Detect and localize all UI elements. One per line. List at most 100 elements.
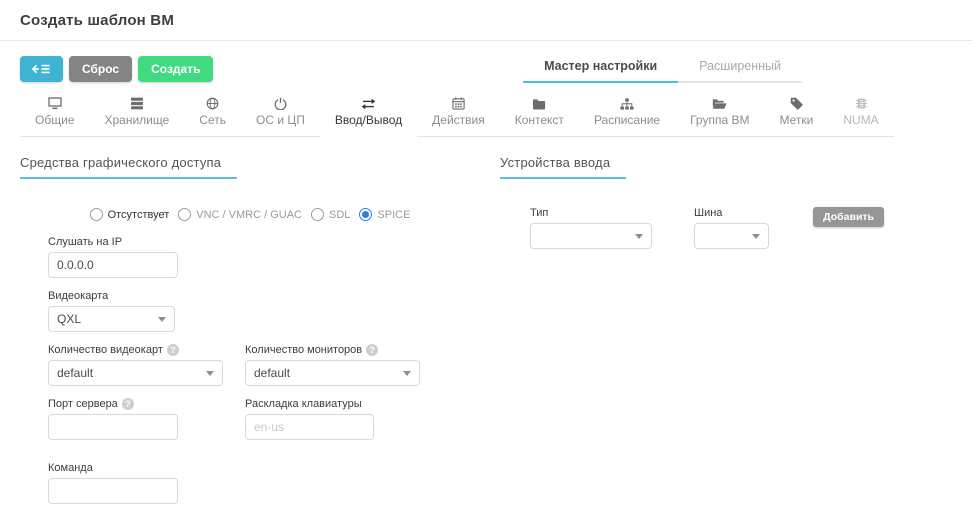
tab-numa[interactable]: NUMA xyxy=(828,96,893,137)
server-port-label-text: Порт сервера xyxy=(48,398,118,410)
command-label: Команда xyxy=(48,462,480,474)
toolbar-buttons: Сброс Создать xyxy=(20,56,213,82)
tab-storage[interactable]: Хранилище xyxy=(89,96,184,137)
graphics-type-radio-group: Отсутствует VNC / VMRC / GUAC SDL SPICE xyxy=(20,208,480,221)
radio-sdl[interactable]: SDL xyxy=(311,208,350,221)
back-to-list-button[interactable] xyxy=(20,56,63,82)
tab-schedule[interactable]: Расписание xyxy=(579,96,675,137)
input-devices-row: Тип Шина Добавить xyxy=(500,207,952,261)
folder-open-icon xyxy=(712,96,727,110)
graphics-fields: Слушать на IP Видеокарта QXL Количество … xyxy=(48,236,480,504)
help-icon[interactable] xyxy=(167,344,179,356)
create-vm-template-page: Создать шаблон ВМ Сброс С xyxy=(0,0,972,516)
help-icon[interactable] xyxy=(122,398,134,410)
network-globe-icon xyxy=(206,96,219,110)
storage-icon xyxy=(130,96,144,110)
radio-spice[interactable]: SPICE xyxy=(359,208,410,221)
radio-circle xyxy=(178,208,191,221)
radio-circle-selected xyxy=(359,208,372,221)
sitemap-icon xyxy=(620,96,634,110)
monitor-count-group: Количество мониторов default xyxy=(245,344,420,386)
tab-label: Действия xyxy=(432,113,485,127)
video-card-select[interactable]: QXL xyxy=(48,306,175,332)
command-input[interactable] xyxy=(48,478,178,504)
add-device-button[interactable]: Добавить xyxy=(813,207,884,227)
arrow-left-list-icon xyxy=(32,62,51,76)
page-header: Создать шаблон ВМ xyxy=(0,0,972,41)
radio-circle xyxy=(90,208,103,221)
tab-os-cpu[interactable]: ОС и ЦП xyxy=(241,96,320,137)
tab-wizard[interactable]: Мастер настройки xyxy=(523,56,678,83)
tab-advanced[interactable]: Расширенный xyxy=(678,56,802,83)
microchip-icon xyxy=(855,96,868,110)
server-port-input[interactable] xyxy=(48,414,178,440)
chevron-down-icon xyxy=(206,371,214,376)
tab-label: ОС и ЦП xyxy=(256,113,305,127)
device-type-label: Тип xyxy=(530,207,652,219)
tab-vm-group[interactable]: Группа ВМ xyxy=(675,96,764,137)
tab-general[interactable]: Общие xyxy=(20,96,89,137)
command-group: Команда xyxy=(48,462,480,504)
graphics-section-title: Средства графического доступа xyxy=(20,155,237,179)
radio-label: SPICE xyxy=(377,209,410,221)
radio-none[interactable]: Отсутствует xyxy=(90,208,170,221)
monitor-count-label-text: Количество мониторов xyxy=(245,344,362,356)
video-count-group: Количество видеокарт default xyxy=(48,344,245,386)
chevron-down-icon xyxy=(403,371,411,376)
video-card-group: Видеокарта QXL xyxy=(48,290,480,332)
toolbar: Сброс Создать Мастер настройки Расширенн… xyxy=(0,41,972,83)
folder-icon xyxy=(532,96,546,110)
desktop-icon xyxy=(48,96,62,110)
listen-ip-input[interactable] xyxy=(48,252,178,278)
video-count-value: default xyxy=(57,366,93,380)
tab-label: Метки xyxy=(779,113,813,127)
keymap-group: Раскладка клавиатуры xyxy=(245,398,374,440)
monitor-count-select[interactable]: default xyxy=(245,360,420,386)
radio-label: SDL xyxy=(329,209,350,221)
video-count-label-text: Количество видеокарт xyxy=(48,344,163,356)
device-bus-label: Шина xyxy=(694,207,769,219)
device-type-group: Тип xyxy=(530,207,652,249)
tab-tags[interactable]: Метки xyxy=(764,96,828,137)
tab-content: Средства графического доступа Отсутствуе… xyxy=(0,137,972,516)
tab-network[interactable]: Сеть xyxy=(184,96,241,137)
tab-actions[interactable]: Действия xyxy=(417,96,500,137)
keymap-input[interactable] xyxy=(245,414,374,440)
keymap-label: Раскладка клавиатуры xyxy=(245,398,374,410)
radio-label: VNC / VMRC / GUAC xyxy=(196,209,302,221)
tab-label: Ввод/Вывод xyxy=(335,113,402,127)
tab-label: Хранилище xyxy=(104,113,169,127)
monitor-count-label: Количество мониторов xyxy=(245,344,420,356)
tab-label: NUMA xyxy=(843,113,878,127)
tab-label: Общие xyxy=(35,113,74,127)
power-icon xyxy=(274,96,287,110)
video-count-label: Количество видеокарт xyxy=(48,344,245,356)
tab-label: Сеть xyxy=(199,113,226,127)
video-card-label: Видеокарта xyxy=(48,290,480,302)
radio-label: Отсутствует xyxy=(108,209,170,221)
device-bus-select[interactable] xyxy=(694,223,769,249)
video-count-select[interactable]: default xyxy=(48,360,223,386)
page-title: Создать шаблон ВМ xyxy=(20,12,952,29)
tab-context[interactable]: Контекст xyxy=(500,96,579,137)
server-port-label: Порт сервера xyxy=(48,398,245,410)
device-type-select[interactable] xyxy=(530,223,652,249)
input-devices-title: Устройства ввода xyxy=(500,155,626,179)
create-button[interactable]: Создать xyxy=(138,56,213,82)
listen-ip-label: Слушать на IP xyxy=(48,236,480,248)
graphics-section: Средства графического доступа Отсутствуе… xyxy=(20,154,480,516)
device-bus-group: Шина xyxy=(694,207,769,249)
exchange-arrows-icon xyxy=(361,96,376,110)
reset-button[interactable]: Сброс xyxy=(69,56,132,82)
tab-label: Группа ВМ xyxy=(690,113,749,127)
mode-tabs: Мастер настройки Расширенный xyxy=(523,56,802,83)
chevron-down-icon xyxy=(752,234,760,239)
monitor-count-value: default xyxy=(254,366,290,380)
section-tabbar: Общие Хранилище Сеть ОС и ЦП Ввод/Вывод xyxy=(20,96,952,137)
help-icon[interactable] xyxy=(366,344,378,356)
calendar-icon xyxy=(452,96,465,110)
tag-icon xyxy=(790,96,803,110)
tab-input-output[interactable]: Ввод/Вывод xyxy=(320,96,417,137)
input-devices-section: Устройства ввода Тип Шина Добави xyxy=(480,154,952,516)
radio-vnc-vmrc-guac[interactable]: VNC / VMRC / GUAC xyxy=(178,208,302,221)
